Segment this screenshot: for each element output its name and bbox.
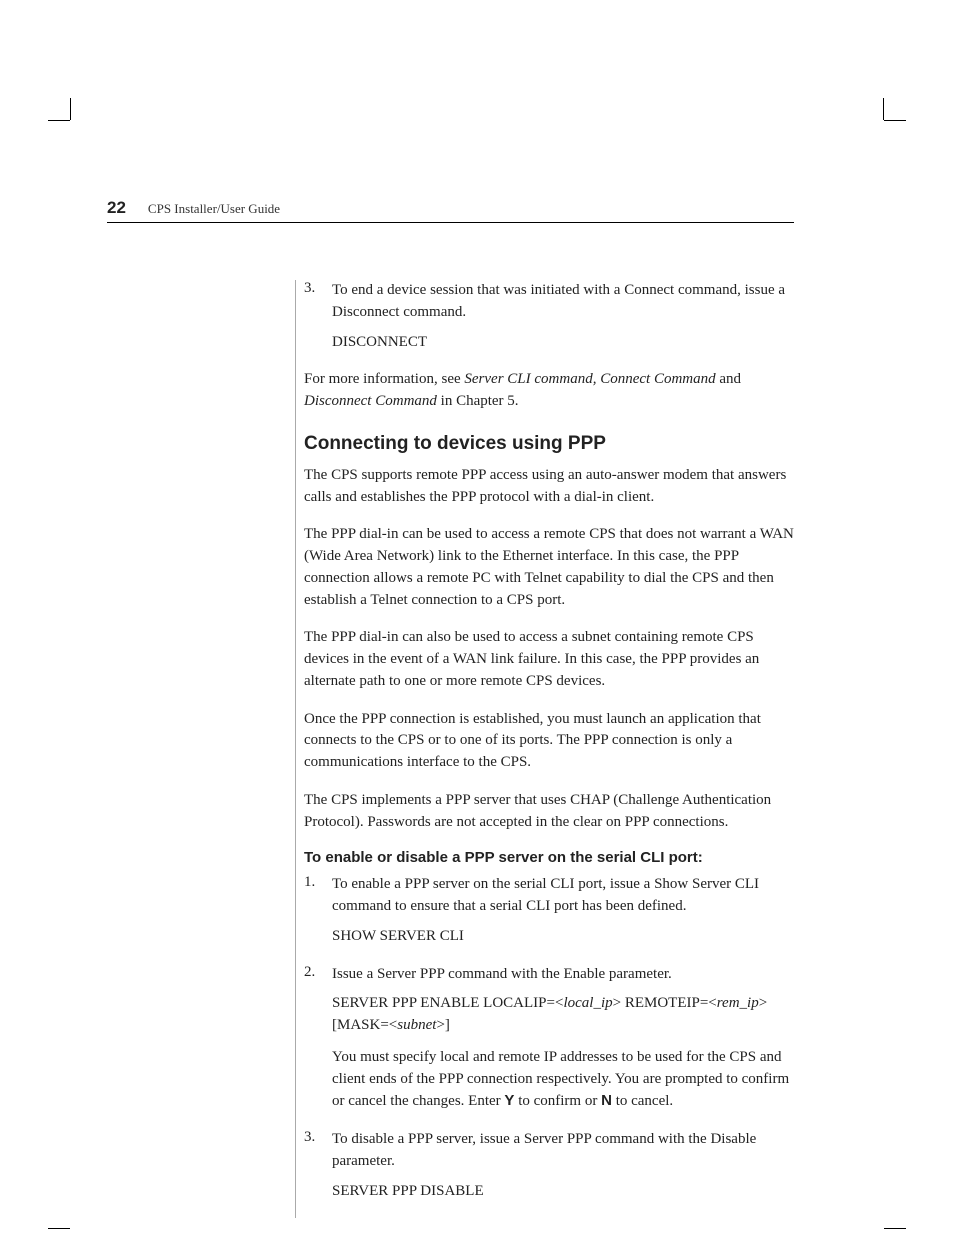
list-body: To end a device session that was initiat… — [332, 280, 801, 363]
command-text: SERVER PPP ENABLE LOCALIP=<local_ip> REM… — [332, 993, 801, 1037]
list-number: 3. — [304, 280, 332, 363]
crop-mark — [884, 120, 906, 121]
body-paragraph: Once the PPP connection is established, … — [304, 709, 801, 774]
body-paragraph: The PPP dial-in can be used to access a … — [304, 524, 801, 611]
content-column: 3. To end a device session that was init… — [295, 280, 801, 1218]
page-header: 22 CPS Installer/User Guide — [107, 198, 847, 218]
crop-mark — [48, 120, 70, 121]
crop-mark — [70, 98, 71, 120]
list-body: Issue a Server PPP command with the Enab… — [332, 964, 801, 1124]
cmd-param: subnet — [397, 1017, 436, 1033]
cmd-part: SERVER PPP ENABLE LOCALIP=< — [332, 995, 563, 1011]
reference-italic: Server CLI command, Connect Command — [464, 371, 715, 387]
list-number: 3. — [304, 1129, 332, 1212]
cmd-part: > REMOTEIP=< — [613, 995, 717, 1011]
command-text: SHOW SERVER CLI — [332, 926, 801, 948]
text: to confirm or — [514, 1093, 601, 1109]
step-text: To enable a PPP server on the serial CLI… — [332, 876, 759, 914]
key-n: N — [601, 1092, 612, 1109]
key-y: Y — [504, 1092, 514, 1109]
reference-italic: Disconnect Command — [304, 393, 437, 409]
step-text: To disable a PPP server, issue a Server … — [332, 1131, 756, 1169]
document-title: CPS Installer/User Guide — [148, 201, 280, 217]
cmd-part: >] — [436, 1017, 449, 1033]
text: and — [716, 371, 741, 387]
page-number: 22 — [107, 198, 126, 218]
list-number: 1. — [304, 874, 332, 957]
command-text: SERVER PPP DISABLE — [332, 1181, 801, 1203]
page: 22 CPS Installer/User Guide 3. To end a … — [0, 0, 954, 1235]
list-body: To enable a PPP server on the serial CLI… — [332, 874, 801, 957]
command-text: DISCONNECT — [332, 332, 801, 354]
crop-mark — [883, 98, 884, 120]
more-info-paragraph: For more information, see Server CLI com… — [304, 369, 801, 413]
list-item: 1. To enable a PPP server on the serial … — [296, 874, 801, 957]
cmd-param: rem_ip — [717, 995, 759, 1011]
list-number: 2. — [304, 964, 332, 1124]
text: For more information, see — [304, 371, 464, 387]
list-item: 3. To disable a PPP server, issue a Serv… — [296, 1129, 801, 1212]
procedure-heading: To enable or disable a PPP server on the… — [304, 849, 801, 866]
list-body: To disable a PPP server, issue a Server … — [332, 1129, 801, 1212]
header-rule — [107, 222, 794, 223]
section-heading: Connecting to devices using PPP — [304, 433, 801, 455]
step-subparagraph: You must specify local and remote IP add… — [332, 1047, 801, 1113]
body-paragraph: The PPP dial-in can also be used to acce… — [304, 627, 801, 692]
text: in Chapter 5. — [437, 393, 519, 409]
body-paragraph: The CPS supports remote PPP access using… — [304, 465, 801, 509]
list-item: 2. Issue a Server PPP command with the E… — [296, 964, 801, 1124]
cmd-param: local_ip — [563, 995, 612, 1011]
step-text: Issue a Server PPP command with the Enab… — [332, 966, 672, 982]
crop-mark — [884, 1228, 906, 1229]
step-text: To end a device session that was initiat… — [332, 282, 785, 320]
list-item: 3. To end a device session that was init… — [296, 280, 801, 363]
body-paragraph: The CPS implements a PPP server that use… — [304, 790, 801, 834]
text: to cancel. — [612, 1093, 673, 1109]
crop-mark — [48, 1228, 70, 1229]
